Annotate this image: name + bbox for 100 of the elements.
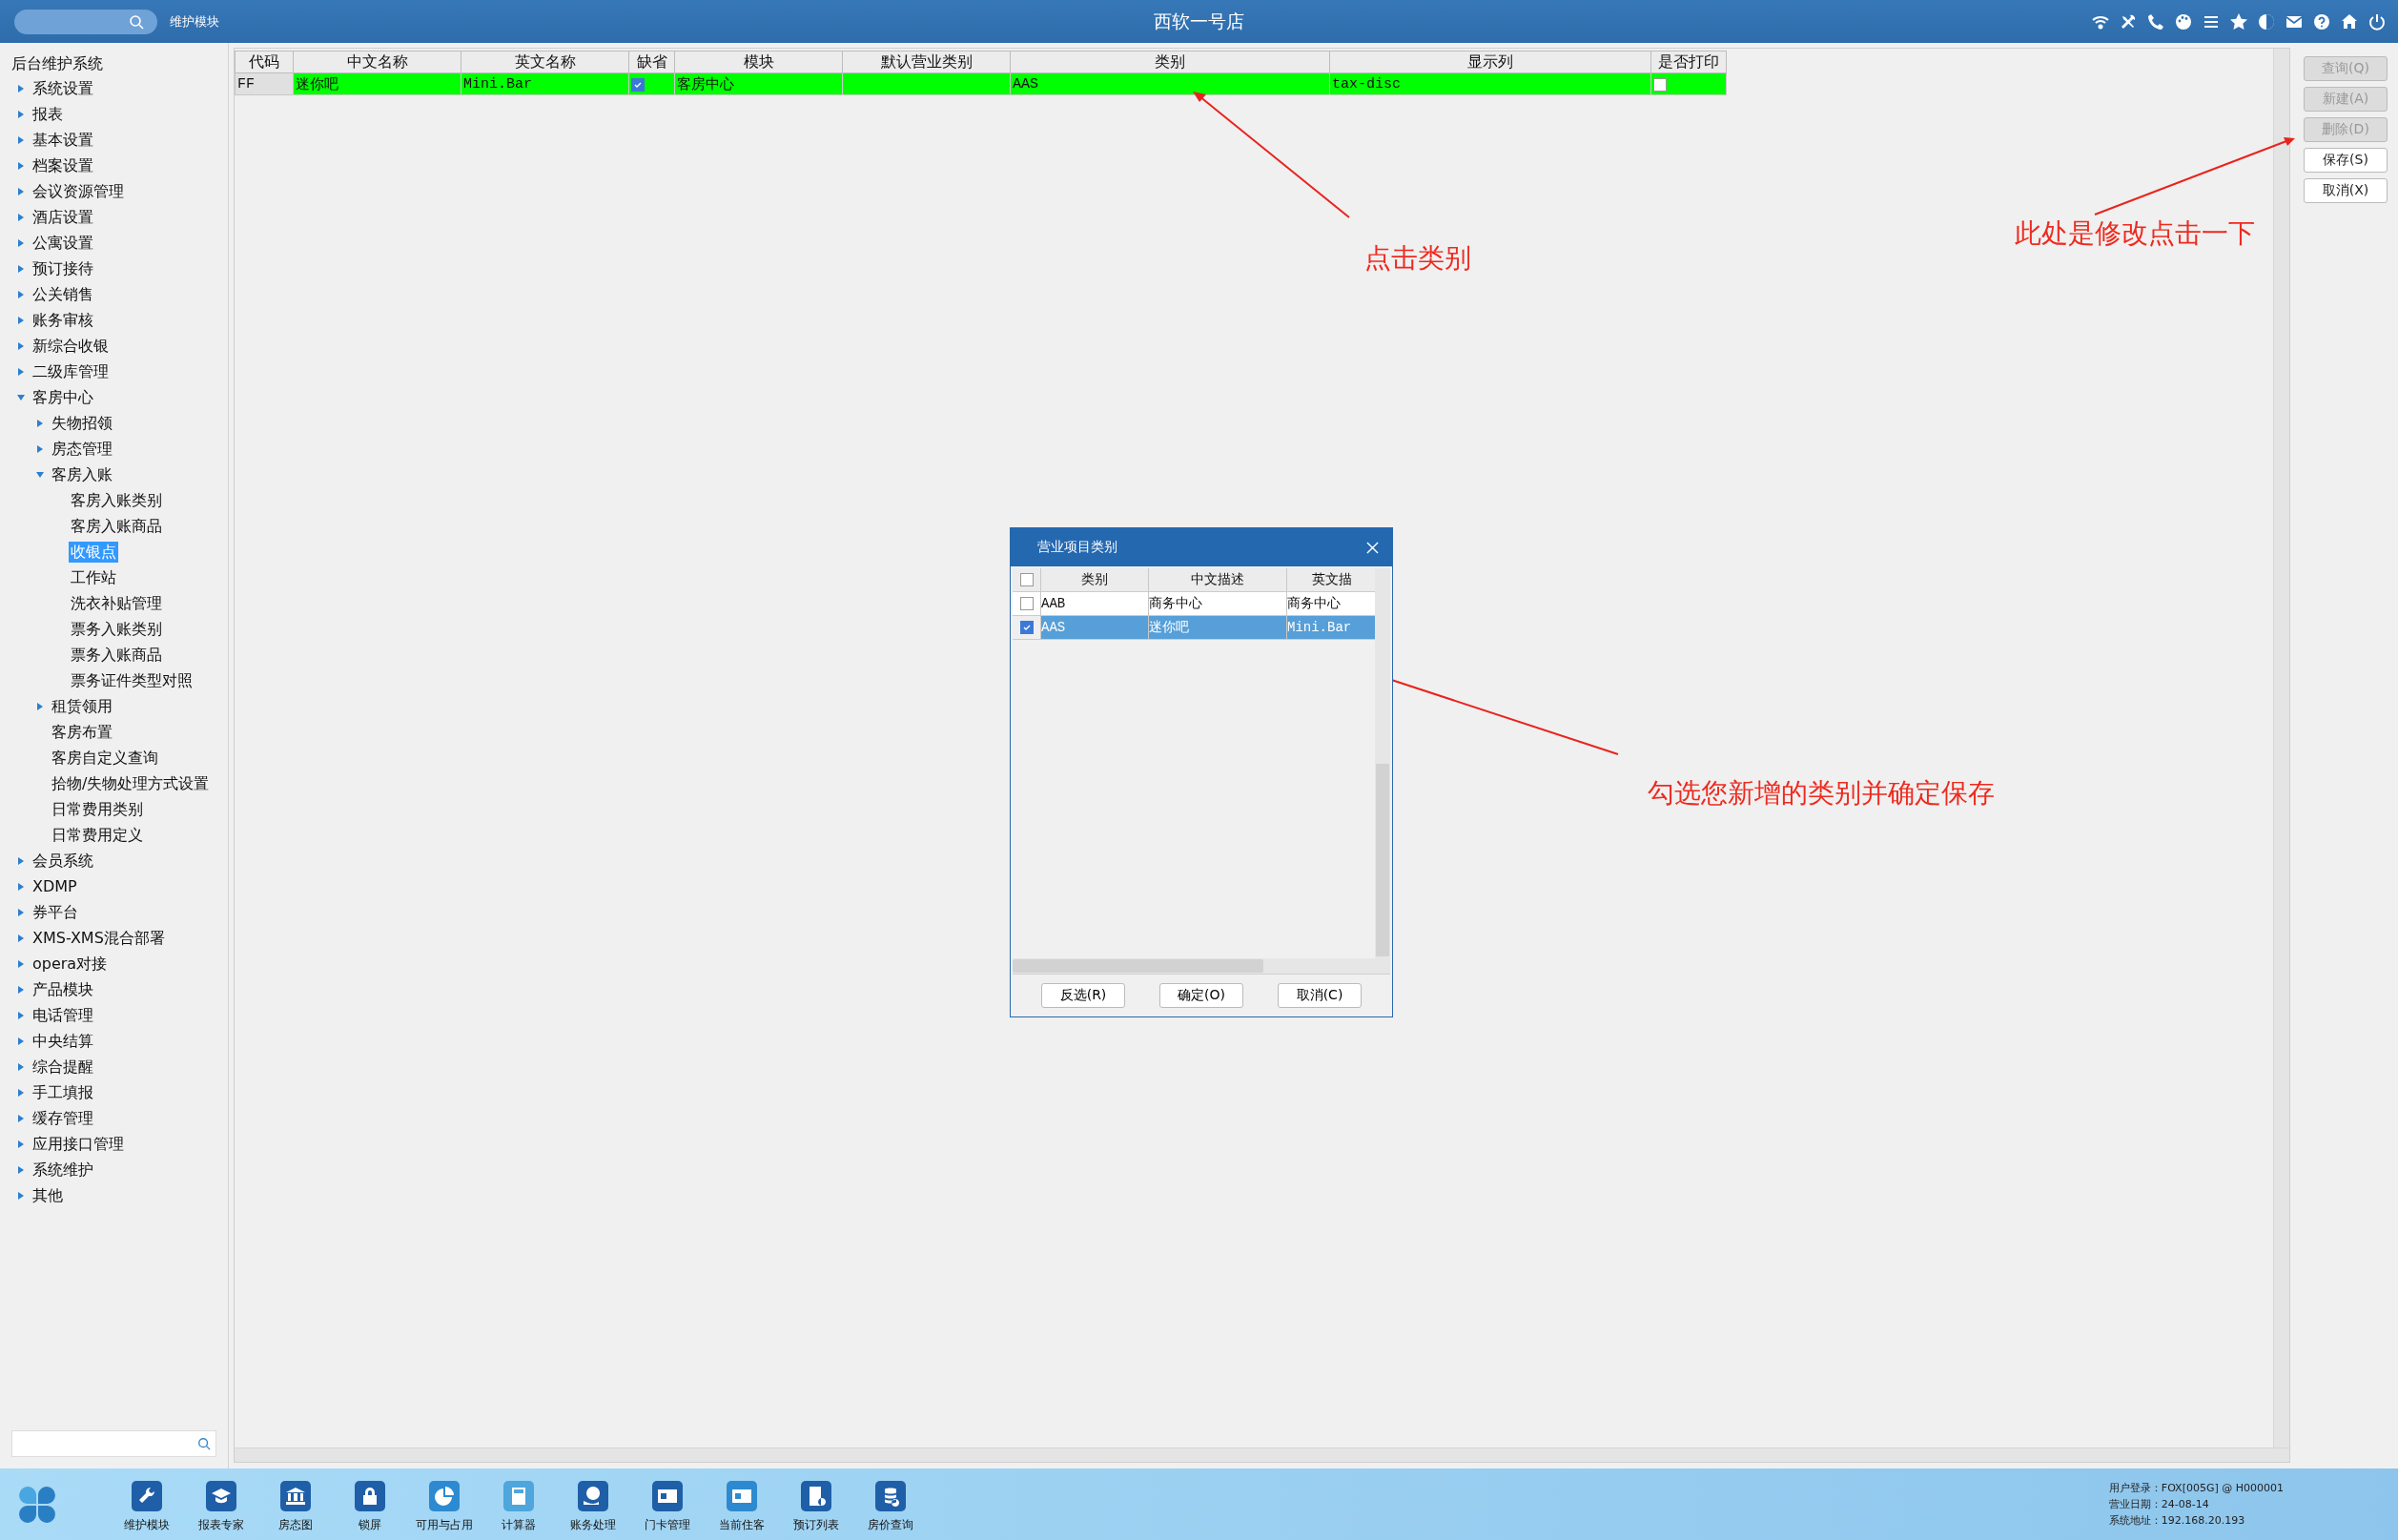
- checkbox[interactable]: [1019, 597, 1034, 610]
- star-icon[interactable]: [2229, 11, 2248, 31]
- collapsed-caret-icon[interactable]: [17, 161, 25, 170]
- dialog-button[interactable]: 确定(O): [1159, 983, 1243, 1008]
- tree-item[interactable]: 预订接待: [31, 257, 95, 279]
- tree-item[interactable]: 工作站: [69, 566, 118, 588]
- collapsed-caret-icon[interactable]: [17, 1191, 25, 1200]
- contrast-icon[interactable]: [2257, 11, 2276, 31]
- collapsed-caret-icon[interactable]: [17, 238, 25, 247]
- tree-item[interactable]: 票务证件类型对照: [69, 669, 195, 691]
- checkbox[interactable]: [1019, 573, 1034, 586]
- tree-item[interactable]: 票务入账类别: [69, 618, 164, 640]
- expanded-caret-icon[interactable]: [36, 470, 44, 479]
- scrollbar[interactable]: [1013, 959, 1263, 973]
- tree-item[interactable]: 客房入账类别: [69, 489, 164, 511]
- collapsed-caret-icon[interactable]: [17, 213, 25, 221]
- collapsed-caret-icon[interactable]: [17, 316, 25, 324]
- dialog-button[interactable]: 反选(R): [1041, 983, 1125, 1008]
- table-row[interactable]: AAB 商务中心 商务中心: [1013, 592, 1375, 616]
- collapsed-caret-icon[interactable]: [17, 110, 25, 118]
- tree-item[interactable]: 失物招领: [50, 412, 114, 434]
- tree-item[interactable]: 产品模块: [31, 978, 95, 1000]
- tree-item[interactable]: XMS-XMS混合部署: [31, 927, 167, 949]
- help-icon[interactable]: [2312, 11, 2331, 31]
- id-card-icon[interactable]: [727, 1481, 757, 1511]
- tree-item[interactable]: opera对接: [31, 953, 110, 975]
- scrollbar[interactable]: [1376, 764, 1389, 956]
- collapsed-caret-icon[interactable]: [17, 135, 25, 144]
- collapsed-caret-icon[interactable]: [17, 187, 25, 195]
- tree-item[interactable]: 二级库管理: [31, 360, 111, 382]
- scrollbar[interactable]: [2273, 49, 2289, 1448]
- tree-item[interactable]: 报表: [31, 103, 65, 125]
- collapsed-caret-icon[interactable]: [17, 1037, 25, 1045]
- column-header[interactable]: 是否打印: [1650, 51, 1727, 73]
- collapsed-caret-icon[interactable]: [17, 264, 25, 273]
- tree-item[interactable]: 票务入账商品: [69, 644, 164, 666]
- column-header[interactable]: 中文描述: [1149, 568, 1287, 591]
- column-header[interactable]: 英文名称: [461, 51, 629, 73]
- expanded-caret-icon[interactable]: [17, 393, 25, 401]
- calculator-icon[interactable]: [503, 1481, 534, 1511]
- collapsed-caret-icon[interactable]: [36, 444, 44, 453]
- tree-item[interactable]: 日常费用定义: [50, 824, 145, 846]
- document-clock-icon[interactable]: [801, 1481, 831, 1511]
- tree-item[interactable]: 综合提醒: [31, 1056, 95, 1078]
- database-icon[interactable]: [875, 1481, 906, 1511]
- action-button[interactable]: 取消(X): [2304, 178, 2388, 203]
- collapsed-caret-icon[interactable]: [17, 1011, 25, 1019]
- collapsed-caret-icon[interactable]: [17, 290, 25, 298]
- collapsed-caret-icon[interactable]: [36, 419, 44, 427]
- palette-icon[interactable]: [2174, 11, 2193, 31]
- tree-item[interactable]: 房态管理: [50, 438, 114, 460]
- tree-item[interactable]: 会议资源管理: [31, 180, 126, 202]
- scrollbar[interactable]: [235, 1448, 2289, 1462]
- collapsed-caret-icon[interactable]: [17, 1165, 25, 1174]
- collapsed-caret-icon[interactable]: [17, 934, 25, 942]
- collapsed-caret-icon[interactable]: [17, 882, 25, 891]
- tree-item[interactable]: 系统设置: [31, 77, 95, 99]
- column-header[interactable]: 显示列: [1329, 51, 1651, 73]
- tree-item[interactable]: 账务审核: [31, 309, 95, 331]
- tree-item[interactable]: 公关销售: [31, 283, 95, 305]
- collapsed-caret-icon[interactable]: [17, 1114, 25, 1122]
- tree-item[interactable]: 其他: [31, 1184, 65, 1206]
- tree-item[interactable]: 新综合收银: [31, 335, 111, 357]
- tree-item[interactable]: 酒店设置: [31, 206, 95, 228]
- tree-item[interactable]: 系统维护: [31, 1159, 95, 1181]
- tree-item[interactable]: 日常费用类别: [50, 798, 145, 820]
- tree-item[interactable]: 券平台: [31, 901, 80, 923]
- column-header[interactable]: 缺省: [628, 51, 675, 73]
- column-header[interactable]: 代码: [235, 51, 294, 73]
- tree-item[interactable]: 应用接口管理: [31, 1133, 126, 1155]
- tree-item[interactable]: 客房入账: [50, 463, 114, 485]
- power-icon[interactable]: [2367, 11, 2387, 31]
- tree-item[interactable]: 客房中心: [31, 386, 95, 408]
- graduation-cap-icon[interactable]: [206, 1481, 236, 1511]
- collapsed-caret-icon[interactable]: [17, 1088, 25, 1097]
- tree-item[interactable]: 基本设置: [31, 129, 95, 151]
- search-field[interactable]: [14, 9, 157, 34]
- tree-item[interactable]: 拾物/失物处理方式设置: [50, 772, 212, 794]
- checkbox[interactable]: [1019, 621, 1034, 634]
- bank-icon[interactable]: [280, 1481, 311, 1511]
- dialog-button[interactable]: 取消(C): [1278, 983, 1362, 1008]
- checkbox[interactable]: [631, 77, 645, 92]
- wrench-icon[interactable]: [132, 1481, 162, 1511]
- close-icon[interactable]: [1366, 541, 1379, 554]
- collapsed-caret-icon[interactable]: [36, 702, 44, 710]
- checkbox[interactable]: [1653, 77, 1667, 92]
- column-header[interactable]: 中文名称: [293, 51, 461, 73]
- column-header[interactable]: 模块: [674, 51, 843, 73]
- pie-chart-icon[interactable]: [429, 1481, 460, 1511]
- tree-item[interactable]: 客房入账商品: [69, 515, 164, 537]
- collapsed-caret-icon[interactable]: [17, 1140, 25, 1148]
- tree-item[interactable]: 客房布置: [50, 721, 114, 743]
- collapsed-caret-icon[interactable]: [17, 856, 25, 865]
- lock-icon[interactable]: [355, 1481, 385, 1511]
- collapsed-caret-icon[interactable]: [17, 367, 25, 376]
- id-card-icon[interactable]: [652, 1481, 683, 1511]
- coin-icon[interactable]: [578, 1481, 608, 1511]
- search-field[interactable]: [11, 1430, 216, 1457]
- home-icon[interactable]: [2340, 11, 2359, 31]
- collapsed-caret-icon[interactable]: [17, 84, 25, 92]
